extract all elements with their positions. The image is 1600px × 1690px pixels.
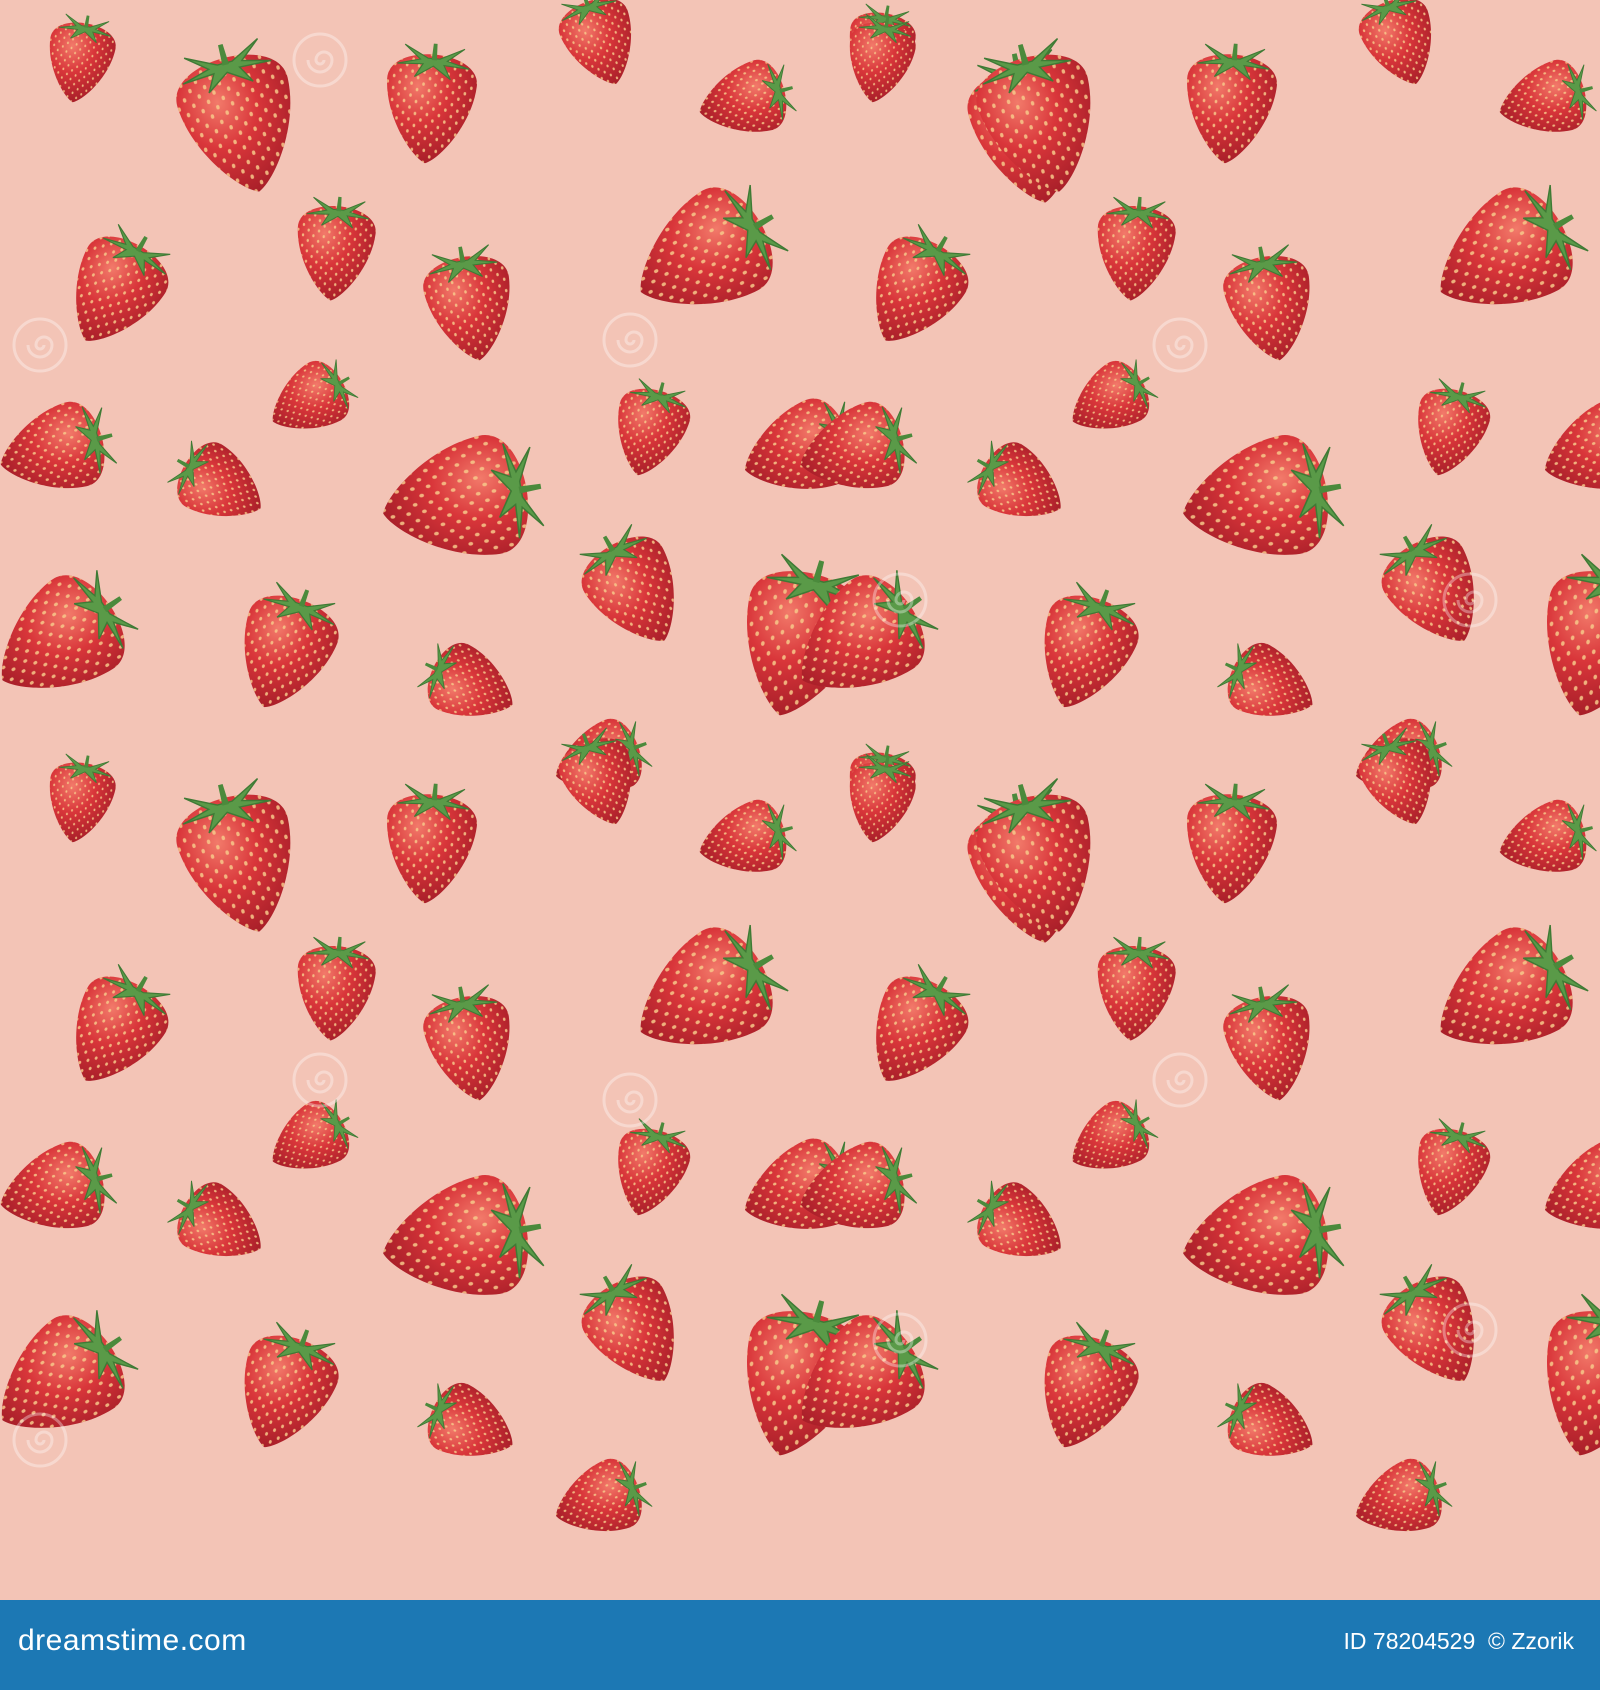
strawberry-icon [1209, 631, 1329, 738]
strawberry-icon [846, 213, 986, 364]
strawberry-icon [372, 1165, 552, 1314]
strawberry-icon [1521, 544, 1600, 732]
strawberry-icon [611, 905, 802, 1083]
strawberry-icon [1402, 1112, 1498, 1225]
strawberry-icon [0, 1132, 124, 1247]
strawberry-icon [372, 425, 552, 574]
author-name[interactable]: Zzorik [1511, 1628, 1574, 1654]
copyright-symbol: © [1488, 1628, 1505, 1654]
image-id-text: ID 78204529 © Zzorik [1344, 1628, 1574, 1655]
strawberry-icon [291, 193, 380, 305]
strawberry-icon [1019, 573, 1152, 724]
strawberry-icon [416, 238, 523, 369]
strawberry-icon [1364, 513, 1504, 664]
watermark-swirl-icon [602, 1072, 658, 1128]
strawberry-icon [46, 953, 186, 1104]
strawberry-icon [1521, 1284, 1600, 1472]
strawberry-icon [1490, 52, 1600, 148]
strawberry-icon [291, 933, 380, 1045]
strawberry-icon [958, 1168, 1079, 1281]
strawberry-icon [46, 213, 186, 364]
strawberry-icon [602, 372, 698, 485]
strawberry-icon [409, 631, 529, 738]
strawberry-icon [1172, 425, 1352, 574]
strawberry-icon [1490, 792, 1600, 888]
strawberry-icon [964, 769, 1115, 948]
strawberry-icon [1179, 779, 1281, 908]
strawberry-icon [1179, 39, 1281, 168]
watermark-swirl-icon [1152, 1052, 1208, 1108]
strawberry-icon [1529, 1126, 1600, 1253]
strawberry-icon [1411, 905, 1600, 1083]
strawberry-icon [602, 1112, 698, 1225]
strawberry-icon [846, 953, 986, 1104]
pattern-svg [0, 0, 1600, 1551]
strawberry-icon [690, 52, 803, 148]
strawberry-icon [1216, 238, 1323, 369]
strawberry-icon [1172, 1165, 1352, 1314]
strawberry-icon [158, 428, 279, 541]
strawberry-icon [255, 348, 366, 451]
strawberry-icon [548, 0, 651, 97]
strawberry-icon [164, 769, 315, 948]
watermark-swirl-icon [602, 312, 658, 368]
strawberry-icon [379, 39, 481, 168]
strawberry-icon [964, 29, 1115, 208]
strawberry-icon [379, 779, 481, 908]
strawberry-icon [219, 1313, 352, 1464]
strawberry-icon [1402, 372, 1498, 485]
id-number: 78204529 [1372, 1628, 1476, 1654]
strawberry-icon [1019, 1313, 1152, 1464]
strawberry-icon [1091, 193, 1179, 305]
watermark-swirl-icon [1152, 317, 1208, 373]
strawberry-icon [0, 1292, 153, 1466]
strawberry-icon [1216, 978, 1323, 1109]
strawberry-icon [1411, 165, 1600, 343]
strawberry-icon [219, 573, 352, 724]
strawberry-icon [543, 1448, 660, 1551]
strawberry-icon [409, 1371, 529, 1478]
watermark-swirl-icon [12, 317, 68, 373]
strawberry-icon [416, 978, 523, 1109]
strawberry-icon [690, 792, 803, 888]
brand-name[interactable]: dreamstime.com [18, 1624, 247, 1658]
strawberry-pattern-image [0, 0, 1600, 1600]
strawberry-icon [1209, 1371, 1329, 1478]
strawberry-icon [1055, 348, 1166, 451]
strawberry-icon [1343, 1448, 1460, 1551]
strawberry-group [0, 0, 1600, 1551]
strawberry-icon [564, 1253, 704, 1404]
strawberry-icon [1348, 0, 1451, 97]
stock-footer-bar: dreamstime.com ID 78204529 © Zzorik [0, 1600, 1600, 1690]
strawberry-icon [564, 513, 704, 664]
strawberry-icon [39, 749, 121, 849]
strawberry-icon [158, 1168, 279, 1281]
strawberry-icon [39, 9, 121, 109]
watermark-swirl-icon [292, 32, 348, 88]
strawberry-icon [0, 552, 153, 726]
watermark-swirl-icon [292, 1052, 348, 1108]
id-label: ID [1343, 1628, 1367, 1654]
strawberry-icon [164, 29, 315, 208]
strawberry-icon [1529, 386, 1600, 513]
strawberry-icon [958, 428, 1079, 541]
strawberry-icon [0, 392, 124, 507]
strawberry-icon [1091, 933, 1179, 1045]
strawberry-icon [1055, 1088, 1166, 1191]
